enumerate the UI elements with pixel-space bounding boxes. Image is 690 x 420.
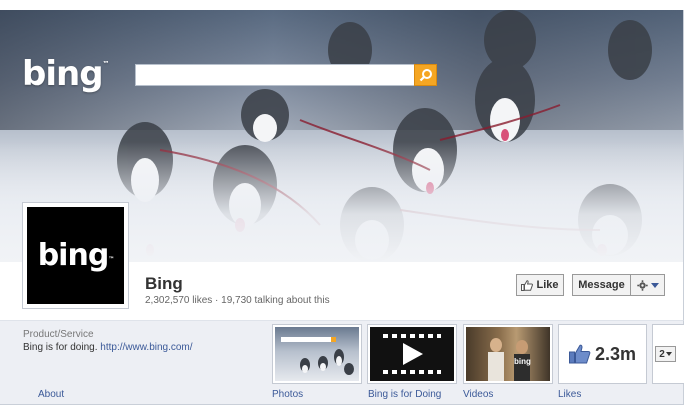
- page-category: Product/Service: [23, 329, 94, 340]
- videos-thumbnail[interactable]: bing: [463, 324, 553, 384]
- chevron-down-icon: [665, 352, 672, 356]
- tab-photos[interactable]: Photos: [272, 389, 303, 400]
- profile-picture[interactable]: bing ™: [22, 202, 129, 309]
- tab-likes[interactable]: Likes: [558, 389, 581, 400]
- gear-icon: [636, 279, 648, 291]
- tab-about[interactable]: About: [38, 389, 64, 400]
- search-input[interactable]: [135, 64, 437, 86]
- more-apps-dropdown[interactable]: 2: [655, 346, 676, 362]
- page-stats: 2,302,570 likes · 19,730 talking about t…: [145, 295, 330, 306]
- about-text: Bing is for doing. http://www.bing.com/: [23, 342, 193, 353]
- profile-logo: bing ™: [27, 207, 124, 304]
- thumbs-up-icon: [521, 279, 534, 291]
- bing-logo: bing™: [22, 54, 110, 94]
- message-label: Message: [578, 279, 625, 291]
- like-label: Like: [536, 279, 559, 291]
- tab-bing-is-for-doing[interactable]: Bing is for Doing: [368, 389, 441, 400]
- page-title[interactable]: Bing: [145, 274, 183, 294]
- likes-count: 2.3m: [594, 343, 637, 364]
- message-button[interactable]: Message: [572, 274, 631, 296]
- search-button[interactable]: [414, 64, 437, 86]
- likes-box[interactable]: 2.3m: [558, 324, 647, 384]
- bing-is-for-doing-thumbnail[interactable]: [367, 324, 457, 384]
- facebook-page: bing™ Bing 2,302,570 likes · 19,730 talk…: [0, 0, 690, 420]
- photos-preview: [275, 327, 359, 381]
- info-bar: Product/Service Bing is for doing. http:…: [0, 320, 684, 404]
- more-apps: 2: [652, 324, 684, 384]
- film-icon: [370, 327, 454, 381]
- thumbs-up-icon: [568, 344, 591, 364]
- search-icon: [419, 69, 432, 82]
- video-watermark: bing: [514, 357, 531, 366]
- tab-videos[interactable]: Videos: [463, 389, 493, 400]
- page-options-button[interactable]: [631, 274, 665, 296]
- website-link[interactable]: http://www.bing.com/: [100, 342, 192, 353]
- divider: [0, 404, 684, 405]
- videos-preview: bing: [466, 327, 550, 381]
- chevron-down-icon: [650, 282, 659, 288]
- like-button[interactable]: Like: [516, 274, 564, 296]
- photos-thumbnail[interactable]: [272, 324, 362, 384]
